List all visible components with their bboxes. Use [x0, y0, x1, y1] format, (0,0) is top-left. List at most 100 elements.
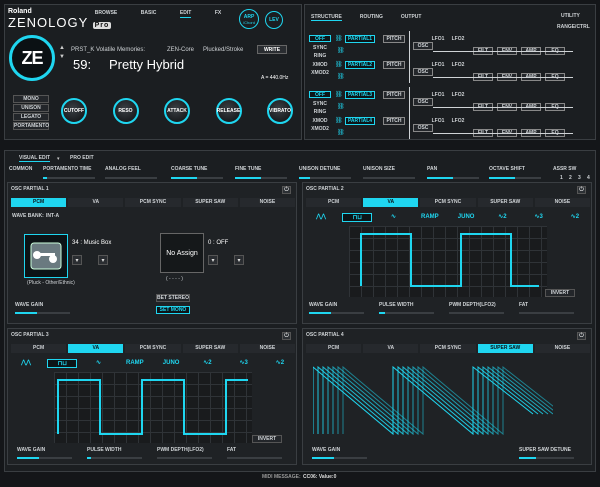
assr-sw-2[interactable]: 2	[569, 175, 572, 181]
sine2-wave-icon-0[interactable]: ∿2	[487, 213, 517, 222]
common-slider-1[interactable]	[43, 177, 95, 179]
osc-type-super-saw-0[interactable]: SUPER SAW	[182, 198, 238, 207]
patch-down-icon[interactable]: ▼	[59, 54, 65, 60]
partial3-power-icon[interactable]: ⏻	[282, 332, 291, 340]
tab-pro-edit[interactable]: PRO EDIT	[70, 155, 94, 162]
saw-wave-icon-0[interactable]: ⋀⋀	[306, 213, 336, 222]
osc-type-noise-0[interactable]: NOISE	[239, 198, 296, 207]
p3-fat-slider[interactable]	[227, 457, 282, 459]
assr-sw-4[interactable]: 4	[587, 175, 590, 181]
ramp-icon-0[interactable]: RAMP	[415, 213, 445, 222]
lfo2-block-2[interactable]: LFO2	[449, 61, 467, 69]
tab-visual-edit[interactable]: VISUAL EDIT	[19, 155, 51, 162]
square-wave-icon-1[interactable]: ⊓⊔	[47, 358, 78, 368]
osc-type-pcm-1[interactable]: PCM	[306, 198, 362, 207]
vibrato-knob[interactable]: VIBRATO	[267, 98, 293, 124]
p4-wave-gain-slider[interactable]	[312, 457, 367, 459]
struct-mode-0-2[interactable]: RING	[309, 52, 331, 59]
wave-prev-icon[interactable]: ▾	[72, 255, 82, 265]
osc-type-pcm-sync-1[interactable]: PCM SYNC	[420, 198, 476, 207]
lfo2-block-4[interactable]: LFO2	[449, 117, 467, 125]
release-knob[interactable]: RELEASE	[215, 98, 242, 124]
osc-type-noise-3[interactable]: NOISE	[534, 344, 591, 353]
p3-pulse-width-slider[interactable]	[87, 457, 142, 459]
assign-box[interactable]: No Assign	[160, 233, 204, 273]
osc-type-pcm-sync-3[interactable]: PCM SYNC	[420, 344, 476, 353]
cutoff-knob[interactable]: CUTOFF	[61, 98, 87, 124]
osc-block-4[interactable]: OSC	[413, 124, 433, 132]
osc-type-pcm-2[interactable]: PCM	[11, 344, 67, 353]
lfo1-block-3[interactable]: LFO1	[429, 91, 447, 99]
tab-basic[interactable]: BASIC	[141, 10, 157, 18]
osc-type-pcm-sync-2[interactable]: PCM SYNC	[125, 344, 181, 353]
common-slider-3[interactable]	[171, 177, 223, 179]
osc-block-3[interactable]: OSC	[413, 98, 433, 106]
arp-button[interactable]: ARP/Chord	[239, 9, 259, 29]
osc-type-va-2[interactable]: VA	[68, 344, 124, 353]
struct-mode-0-0[interactable]: OFF	[309, 35, 331, 42]
lfo2-block-3[interactable]: LFO2	[449, 91, 467, 99]
tab-fx[interactable]: FX	[215, 10, 221, 18]
osc-block-1[interactable]: OSC	[413, 42, 433, 50]
pitch-block-1[interactable]: PITCH	[383, 35, 405, 43]
osc-type-va-3[interactable]: VA	[363, 344, 419, 353]
juno-icon-0[interactable]: JUNO	[451, 213, 481, 222]
tab-routing[interactable]: ROUTING	[360, 14, 383, 21]
attack-knob[interactable]: ATTACK	[164, 98, 190, 124]
portamento-button[interactable]: PORTAMENTO	[13, 122, 49, 130]
tab-output[interactable]: OUTPUT	[401, 14, 422, 21]
common-slider-8[interactable]	[489, 177, 541, 179]
square-wave-icon-0[interactable]: ⊓⊔	[342, 212, 373, 222]
p2-fat-slider[interactable]	[519, 312, 574, 314]
osc-type-noise-1[interactable]: NOISE	[534, 198, 591, 207]
p2-wave-gain-slider[interactable]	[309, 312, 364, 314]
wave-next-icon[interactable]: ▾	[98, 255, 108, 265]
struct-mode-0-3[interactable]: XMOD	[309, 61, 331, 68]
partial-1-button[interactable]: PARTIAL1	[345, 35, 375, 43]
bet-stereo-button[interactable]: BET STEREO	[156, 294, 190, 302]
common-slider-5[interactable]	[299, 177, 351, 179]
tab-structure[interactable]: STRUCTURE	[311, 14, 342, 21]
osc-type-pcm-sync-0[interactable]: PCM SYNC	[125, 198, 181, 207]
p2-pwm-slider[interactable]	[449, 312, 504, 314]
legato-button[interactable]: LEGATO	[13, 113, 49, 121]
partial-4-button[interactable]: PARTIAL4	[345, 117, 375, 125]
set-mono-button[interactable]: SET MONO	[156, 306, 190, 314]
tab-edit[interactable]: EDIT	[179, 10, 192, 18]
p3-invert-button[interactable]: INVERT	[252, 435, 282, 443]
osc-type-noise-2[interactable]: NOISE	[239, 344, 296, 353]
struct-mode-1-0[interactable]: OFF	[309, 91, 331, 98]
lfo1-block-4[interactable]: LFO1	[429, 117, 447, 125]
sine3-wave-icon-0[interactable]: ∿3	[524, 213, 554, 222]
assr-sw-1[interactable]: 1	[560, 175, 563, 181]
common-slider-4[interactable]	[235, 177, 287, 179]
osc-type-super-saw-1[interactable]: SUPER SAW	[477, 198, 533, 207]
ramp-icon-1[interactable]: RAMP	[120, 359, 150, 368]
p2-pulse-width-slider[interactable]	[379, 312, 434, 314]
osc-type-super-saw-2[interactable]: SUPER SAW	[182, 344, 238, 353]
p3-wave-gain-slider[interactable]	[17, 457, 72, 459]
p1-wave-gain-slider[interactable]	[15, 312, 70, 314]
lfo1-block-1[interactable]: LFO1	[429, 35, 447, 43]
p4-detune-slider[interactable]	[519, 457, 574, 459]
visual-edit-caret-icon[interactable]: ▾	[57, 156, 60, 162]
p3-pwm-slider[interactable]	[157, 457, 212, 459]
pitch-block-2[interactable]: PITCH	[383, 61, 405, 69]
struct-mode-0-1[interactable]: SYNC	[309, 44, 331, 51]
wave-image[interactable]	[24, 234, 68, 278]
assr-sw-3[interactable]: 3	[578, 175, 581, 181]
lev-button[interactable]: LEV	[265, 11, 283, 29]
partial1-power-icon[interactable]: ⏻	[282, 186, 291, 194]
partial2-power-icon[interactable]: ⏻	[577, 186, 586, 194]
mono-button[interactable]: MONO	[13, 95, 49, 103]
lfo2-block-1[interactable]: LFO2	[449, 35, 467, 43]
p2-invert-button[interactable]: INVERT	[545, 289, 575, 297]
patch-name-field[interactable]	[71, 57, 191, 71]
partial4-power-icon[interactable]: ⏻	[577, 332, 586, 340]
utility-button[interactable]: UTILITY	[561, 13, 580, 19]
osc-block-2[interactable]: OSC	[413, 68, 433, 76]
sine3-wave-icon-1[interactable]: ∿3	[229, 359, 259, 368]
osc-type-pcm-3[interactable]: PCM	[306, 344, 362, 353]
assign-next-icon[interactable]: ▾	[234, 255, 244, 265]
write-button[interactable]: WRITE	[257, 45, 287, 54]
